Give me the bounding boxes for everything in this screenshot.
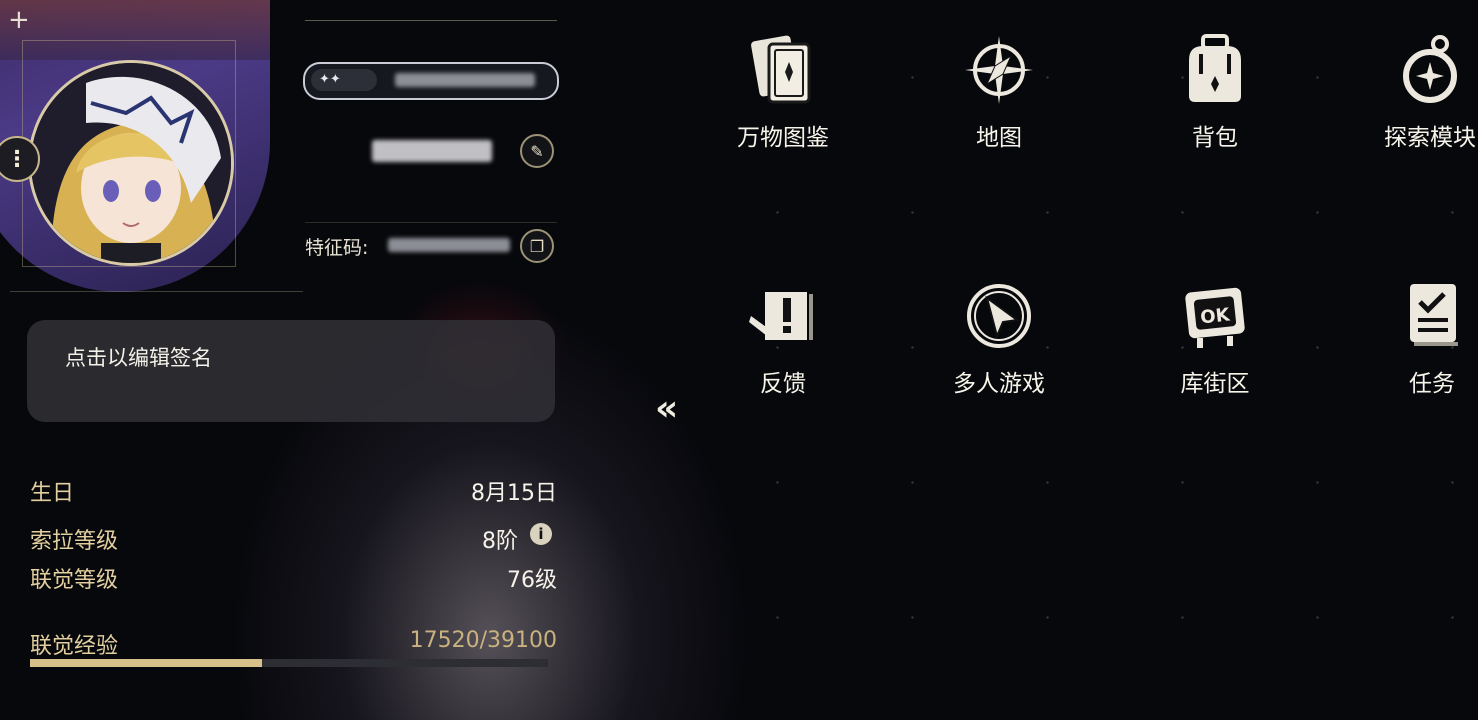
info-icon[interactable]: i [530,523,552,545]
divider-mid [305,222,557,223]
feature-code-redacted [388,238,510,252]
union-exp-label: 联觉经验 [30,634,119,659]
backpack-icon [1189,34,1241,102]
menu-label-explore-module: 探索模块 [1384,125,1476,151]
card-deck-icon [751,35,811,104]
explore-orb-icon [1403,35,1457,103]
feedback-icon [749,292,813,340]
svg-text:OK: OK [1199,304,1231,328]
divider-top [305,20,557,21]
edit-name-button[interactable]: ✎ [520,134,554,168]
union-level-label: 联觉等级 [30,568,119,593]
title-badge[interactable]: ✦✦ [311,69,377,91]
plus-corner-icon: + [8,5,30,35]
player-name-capsule: ✦✦ [303,62,559,100]
menu-label-multiplayer: 多人游戏 [953,371,1045,397]
player-id-redacted [372,140,492,162]
menu-label-backpack: 背包 [1192,125,1238,151]
sora-level-label: 索拉等级 [30,529,119,554]
menu-item-multiplayer[interactable]: 多人游戏 [899,276,1099,398]
avatar[interactable] [28,60,234,266]
multiplayer-cursor-icon [967,284,1031,348]
menu-item-tasks[interactable]: 任务 [1332,276,1478,398]
menu-label-map: 地图 [976,125,1022,151]
signature-box[interactable]: 点击以编辑签名 [27,320,555,422]
menu-item-codex[interactable]: 万物图鉴 [683,30,883,152]
copy-feature-code-button[interactable]: ❐ [520,229,554,263]
birthday-value: 8月15日 [471,481,557,506]
feature-code-label: 特征码: [305,237,369,259]
union-level-value: 76级 [507,568,557,593]
union-exp-progress [30,659,548,667]
menu-label-feedback: 反馈 [760,371,806,397]
task-clipboard-icon [1410,284,1458,346]
union-exp-progress-fill [30,659,263,667]
avatar-area: + [0,0,280,295]
pencil-icon: ✎ [530,141,544,161]
menu-label-codex: 万物图鉴 [737,125,829,151]
signature-text: 点击以编辑签名 [65,346,212,370]
kuro-community-icon: OK [1185,287,1245,348]
menu-label-kuro-community: 库街区 [1180,371,1250,397]
collapse-panel-button[interactable]: « [655,388,678,429]
compass-icon [965,36,1033,104]
copy-icon: ❐ [529,236,545,256]
menu-item-map[interactable]: 地图 [899,30,1099,152]
menu-item-feedback[interactable]: 反馈 [683,276,883,398]
sora-level-value: 8阶 [482,529,518,554]
union-exp-value: 17520/39100 [409,628,557,653]
menu-item-backpack[interactable]: 背包 [1115,30,1315,152]
player-name-redacted [395,73,535,87]
menu-item-kuro-community[interactable]: OK 库街区 [1115,276,1315,398]
divider-avatar [10,291,303,292]
avatar-portrait [31,63,231,263]
menu-item-explore-module[interactable]: 探索模块 [1330,30,1478,152]
birthday-label: 生日 [30,481,75,506]
menu-label-tasks: 任务 [1409,371,1455,397]
